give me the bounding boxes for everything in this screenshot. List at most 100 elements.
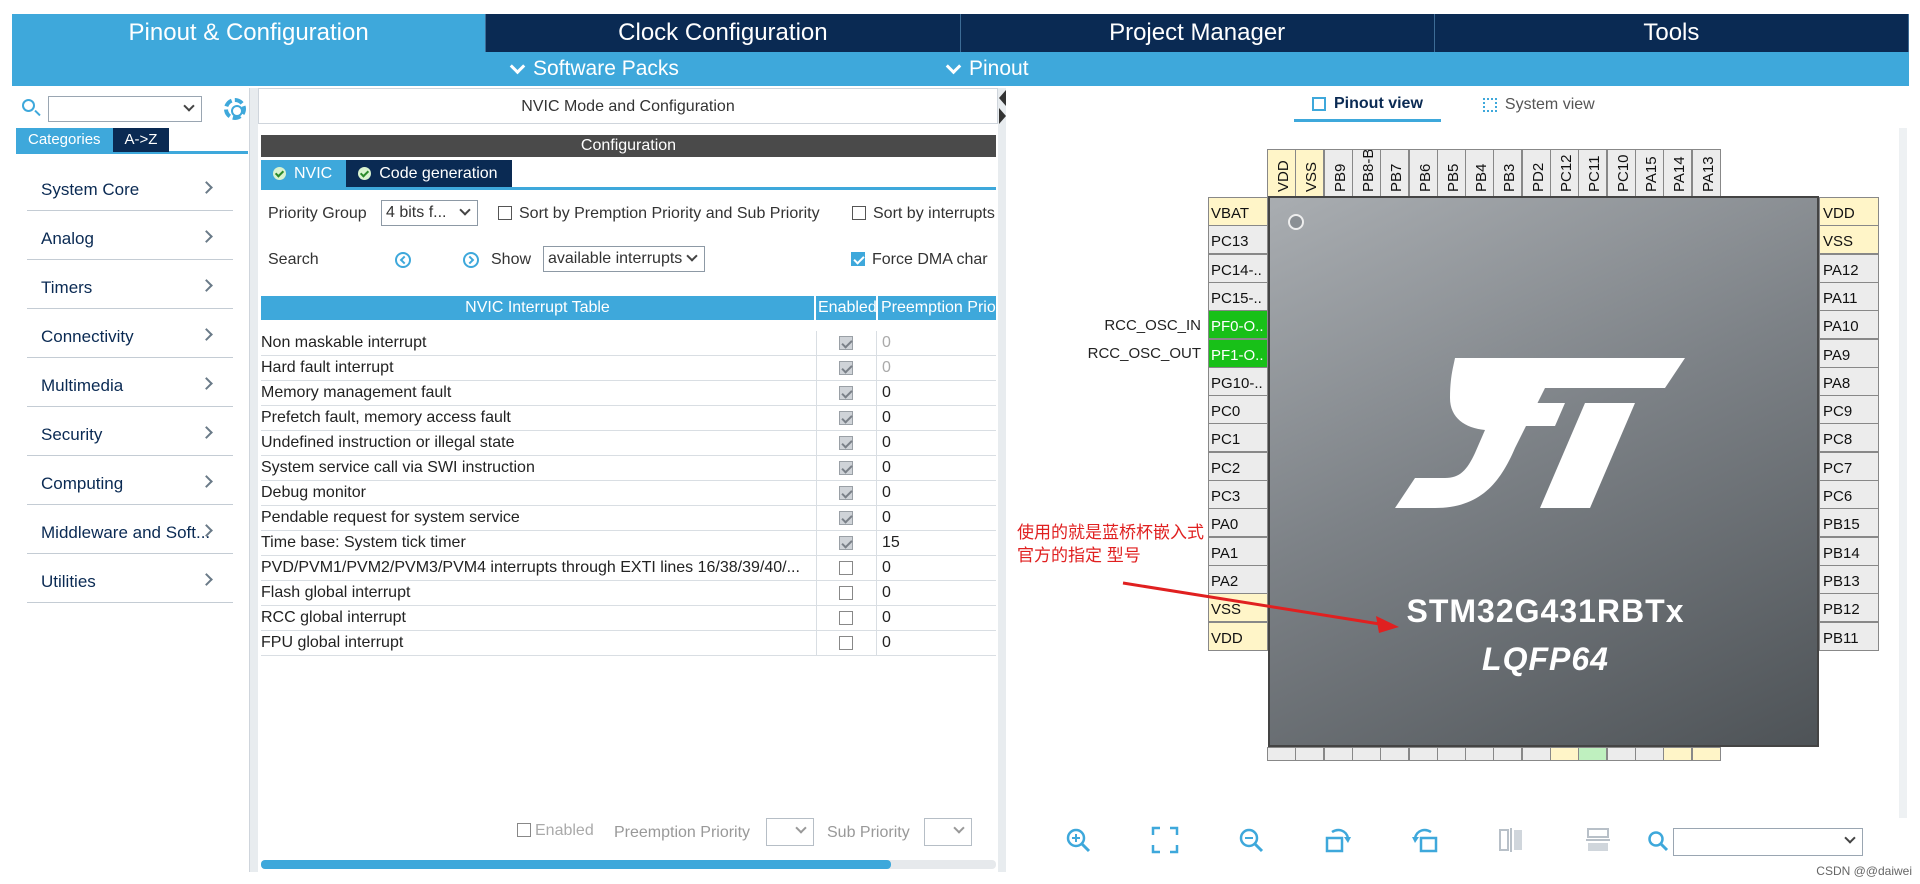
column-interrupt-table[interactable]: NVIC Interrupt Table [261, 296, 816, 320]
pin-search-input[interactable] [1673, 828, 1863, 856]
pin-right[interactable]: PC7 [1819, 451, 1879, 481]
collapse-right-icon[interactable] [999, 108, 1006, 124]
software-packs-menu[interactable]: Software Packs [509, 57, 679, 81]
pin-top[interactable]: PC10 [1606, 149, 1636, 197]
enabled-checkbox[interactable] [839, 536, 853, 550]
preemption-priority-value[interactable]: 0 [882, 359, 891, 377]
pin-top[interactable]: PC12 [1550, 149, 1579, 197]
pin-left[interactable]: PC2 [1208, 451, 1268, 481]
pin-left[interactable]: PC13 [1208, 225, 1268, 255]
pin-right[interactable]: VDD [1819, 197, 1879, 226]
table-row[interactable]: Pendable request for system service 0 [261, 506, 996, 531]
category-search-input[interactable] [48, 96, 202, 122]
enabled-checkbox[interactable] [839, 611, 853, 625]
category-computing[interactable]: Computing [27, 456, 233, 505]
pin-left[interactable]: VBAT [1208, 197, 1268, 226]
table-row[interactable]: Prefetch fault, memory access fault 0 [261, 406, 996, 431]
pin-bottom[interactable] [1267, 747, 1296, 761]
vertical-scrollbar[interactable] [1899, 128, 1907, 818]
column-preemption-priority[interactable]: Preemption Prio [878, 296, 996, 320]
rotate-right-icon[interactable] [1324, 826, 1352, 854]
table-row[interactable]: FPU global interrupt 0 [261, 631, 996, 656]
category-analog[interactable]: Analog [27, 211, 233, 260]
preemption-priority-value[interactable]: 0 [882, 484, 891, 502]
pin-bottom[interactable] [1606, 747, 1636, 761]
preemption-priority-value[interactable]: 0 [882, 334, 891, 352]
scrollbar-thumb[interactable] [261, 860, 891, 869]
enabled-checkbox[interactable] [839, 561, 853, 575]
pin-top[interactable]: PB7 [1380, 149, 1410, 197]
column-enabled[interactable]: Enabled [816, 296, 878, 320]
pin-bottom[interactable] [1351, 747, 1381, 761]
show-select[interactable]: available interrupts [543, 246, 705, 272]
pin-top[interactable]: PB5 [1436, 149, 1466, 197]
horizontal-scrollbar[interactable] [261, 860, 996, 869]
pin-right[interactable]: PA11 [1819, 281, 1879, 311]
table-row[interactable]: System service call via SWI instruction 0 [261, 456, 996, 481]
pin-left[interactable]: PA0 [1208, 508, 1268, 538]
enabled-checkbox[interactable] [839, 436, 853, 450]
rotate-left-icon[interactable] [1411, 826, 1439, 854]
category-utilities[interactable]: Utilities [27, 554, 233, 603]
enabled-checkbox[interactable] [839, 486, 853, 500]
tab-pinout-configuration[interactable]: Pinout & Configuration [12, 14, 487, 52]
category-middleware[interactable]: Middleware and Soft... [27, 505, 233, 554]
preemption-priority-value[interactable]: 15 [882, 534, 900, 552]
pin-left[interactable]: PC15-.. [1208, 281, 1268, 311]
pin-bottom[interactable] [1578, 747, 1608, 761]
enabled-checkbox[interactable] [839, 411, 853, 425]
pin-top[interactable]: PB9 [1323, 149, 1353, 197]
flip-vertical-icon[interactable] [1584, 826, 1612, 854]
table-row[interactable]: PVD/PVM1/PVM2/PVM3/PVM4 interrupts throu… [261, 556, 996, 581]
fit-to-screen-icon[interactable] [1151, 826, 1179, 854]
category-timers[interactable]: Timers [27, 260, 233, 309]
pin-top[interactable]: PA14 [1663, 149, 1693, 197]
pin-left[interactable]: PA2 [1208, 564, 1268, 594]
tab-clock-configuration[interactable]: Clock Configuration [486, 14, 961, 52]
pin-right[interactable]: PA12 [1819, 253, 1879, 283]
table-row[interactable]: Time base: System tick timer 15 [261, 531, 996, 556]
enabled-checkbox[interactable] [839, 461, 853, 475]
enabled-checkbox[interactable] [839, 511, 853, 525]
pin-left[interactable]: VDD [1208, 621, 1268, 651]
tab-code-generation[interactable]: Code generation [346, 160, 512, 187]
enabled-checkbox[interactable] [839, 586, 853, 600]
preemption-priority-value[interactable]: 0 [882, 509, 891, 527]
sub-priority-select[interactable] [924, 818, 972, 846]
flip-horizontal-icon[interactable] [1497, 826, 1525, 854]
preemption-priority-value[interactable]: 0 [882, 384, 891, 402]
enabled-checkbox[interactable] [839, 386, 853, 400]
pin-right[interactable]: PA9 [1819, 338, 1879, 368]
category-connectivity[interactable]: Connectivity [27, 309, 233, 358]
force-dma-checkbox[interactable] [851, 252, 865, 266]
table-row[interactable]: Non maskable interrupt 0 [261, 331, 996, 356]
pin-right[interactable]: PB12 [1819, 593, 1879, 623]
tab-categories[interactable]: Categories [16, 128, 113, 152]
middle-splitter[interactable] [998, 88, 1006, 872]
pin-bottom[interactable] [1380, 747, 1410, 761]
zoom-out-icon[interactable] [1237, 826, 1265, 854]
preemption-priority-value[interactable]: 0 [882, 559, 891, 577]
pin-right[interactable]: PB11 [1819, 621, 1879, 651]
category-security[interactable]: Security [27, 407, 233, 456]
pin-bottom[interactable] [1465, 747, 1495, 761]
collapse-left-icon[interactable] [999, 90, 1006, 106]
preemption-priority-value[interactable]: 0 [882, 609, 891, 627]
pin-bottom[interactable] [1295, 747, 1325, 761]
pin-bottom[interactable] [1493, 747, 1523, 761]
pin-top[interactable]: PB6 [1408, 149, 1438, 197]
pin-bottom[interactable] [1634, 747, 1664, 761]
tab-a-to-z[interactable]: A->Z [112, 128, 170, 152]
table-row[interactable]: Flash global interrupt 0 [261, 581, 996, 606]
tab-nvic[interactable]: NVIC [261, 160, 347, 187]
preemption-priority-value[interactable]: 0 [882, 634, 891, 652]
pin-top[interactable]: PA15 [1634, 149, 1664, 197]
pin-bottom[interactable] [1408, 747, 1438, 761]
pin-bottom[interactable] [1663, 747, 1693, 761]
pin-right[interactable]: PA10 [1819, 310, 1879, 340]
pin-top[interactable]: PA13 [1691, 149, 1721, 197]
gear-icon[interactable] [224, 98, 246, 120]
pin-bottom[interactable] [1691, 747, 1721, 761]
preemption-priority-value[interactable]: 0 [882, 409, 891, 427]
table-row[interactable]: Debug monitor 0 [261, 481, 996, 506]
